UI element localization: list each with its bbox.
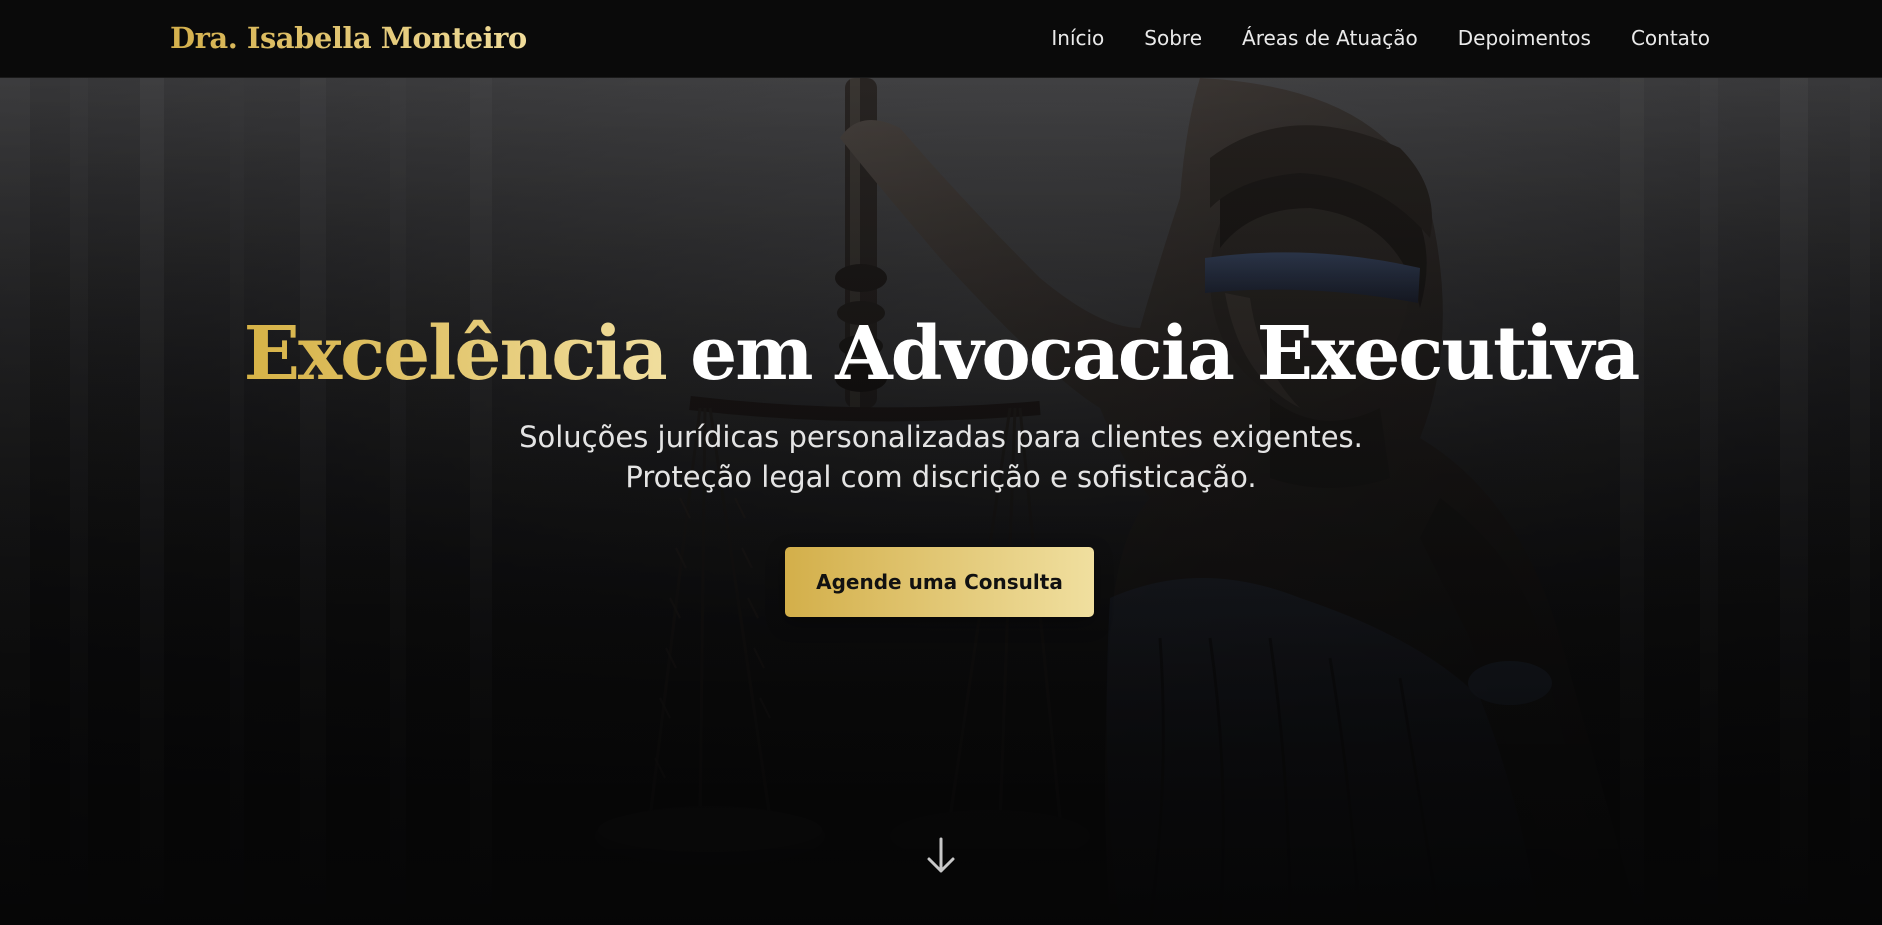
hero-title: Excelência em Advocacia Executiva [0, 306, 1882, 402]
nav-menu: Início Sobre Áreas de Atuação Depoimento… [1051, 24, 1710, 52]
brand-logo[interactable]: Dra. Isabella Monteiro [170, 18, 527, 58]
landing-page: Dra. Isabella Monteiro Início Sobre Área… [0, 0, 1882, 925]
nav-item-contato: Contato [1631, 24, 1710, 52]
hero-subtitle-line2: Proteção legal com discrição e sofistica… [625, 460, 1257, 494]
nav-item-sobre: Sobre [1144, 24, 1202, 52]
hero-title-accent: Excelência [243, 311, 669, 397]
hero-title-rest: em Advocacia Executiva [666, 311, 1640, 397]
nav-item-depoimentos: Depoimentos [1458, 24, 1591, 52]
nav-item-areas: Áreas de Atuação [1242, 24, 1418, 52]
schedule-consultation-button[interactable]: Agende uma Consulta [785, 547, 1094, 617]
top-navbar: Dra. Isabella Monteiro Início Sobre Área… [0, 0, 1882, 78]
nav-link-contato[interactable]: Contato [1631, 26, 1710, 50]
hero-dark-overlay [0, 78, 1882, 925]
nav-link-areas-de-atuacao[interactable]: Áreas de Atuação [1242, 26, 1418, 50]
arrow-down-icon[interactable] [925, 836, 957, 876]
nav-item-inicio: Início [1051, 24, 1104, 52]
nav-link-inicio[interactable]: Início [1051, 26, 1104, 50]
hero-subtitle-line1: Soluções jurídicas personalizadas para c… [519, 420, 1363, 454]
nav-link-depoimentos[interactable]: Depoimentos [1458, 26, 1591, 50]
hero-section: Excelência em Advocacia Executiva Soluçõ… [0, 78, 1882, 925]
nav-link-sobre[interactable]: Sobre [1144, 26, 1202, 50]
